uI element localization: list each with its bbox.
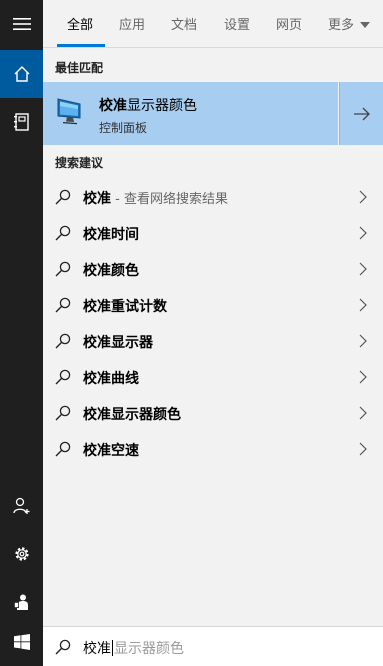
search-autocomplete-ghost: 显示器颜色 xyxy=(114,641,184,657)
tab-apps[interactable]: 应用 xyxy=(119,14,145,33)
search-typed-text: 校准 xyxy=(83,641,111,657)
notebook-icon xyxy=(13,113,29,131)
best-match-subtitle: 控制面板 xyxy=(99,121,148,135)
suggestion-item[interactable]: 校准重试计数 xyxy=(43,287,383,323)
best-match-title: 校准显示器颜色 xyxy=(99,95,197,115)
suggestion-label: 校准显示器 xyxy=(83,335,153,351)
suggestion-hint: - 查看网络搜索结果 xyxy=(111,192,228,207)
home-icon xyxy=(14,66,29,82)
search-input[interactable]: 校准 显示器颜色 xyxy=(83,638,184,658)
home-button[interactable] xyxy=(0,50,43,98)
best-match-title-bold: 校准 xyxy=(99,98,127,114)
suggestion-label: 校准曲线 xyxy=(83,371,139,387)
chevron-right-icon xyxy=(359,370,367,384)
search-icon xyxy=(55,405,71,421)
suggestion-label: 校准重试计数 xyxy=(83,299,167,315)
best-match-open-button[interactable] xyxy=(339,82,383,145)
gear-icon xyxy=(14,547,29,561)
search-icon xyxy=(55,639,71,655)
search-icon xyxy=(55,333,71,349)
display-monitor-icon xyxy=(57,98,81,125)
suggestion-item[interactable]: 校准时间 xyxy=(43,215,383,251)
search-box[interactable]: 校准 显示器颜色 xyxy=(43,626,383,666)
tab-settings[interactable]: 设置 xyxy=(224,14,250,33)
chevron-down-icon xyxy=(360,21,371,28)
results-panel: 最佳匹配 校准显示器颜色 控制面板 搜索建议 校准 - 查看网络搜索结果 校准时… xyxy=(43,49,383,626)
tab-documents[interactable]: 文档 xyxy=(171,14,197,33)
add-account-button[interactable] xyxy=(0,482,43,530)
menu-button[interactable] xyxy=(0,0,43,48)
suggestion-label: 校准颜色 xyxy=(83,263,139,279)
feedback-icon xyxy=(13,594,28,610)
suggestion-label: 校准空速 xyxy=(83,443,139,459)
suggestion-label: 校准时间 xyxy=(83,227,139,243)
suggestion-item[interactable]: 校准显示器 xyxy=(43,323,383,359)
suggestion-label: 校准 xyxy=(83,191,111,207)
chevron-right-icon xyxy=(359,298,367,312)
left-rail xyxy=(0,0,43,666)
best-match-heading: 最佳匹配 xyxy=(55,61,104,75)
best-match-title-rest: 显示器颜色 xyxy=(127,98,197,114)
hamburger-icon xyxy=(12,18,31,30)
notebook-button[interactable] xyxy=(0,98,43,146)
suggestion-item[interactable]: 校准颜色 xyxy=(43,251,383,287)
windows-logo-icon xyxy=(13,634,30,650)
best-match-item[interactable]: 校准显示器颜色 控制面板 xyxy=(43,82,338,145)
search-icon xyxy=(55,225,71,241)
suggestion-label: 校准显示器颜色 xyxy=(83,407,181,423)
search-icon xyxy=(55,189,71,205)
suggestion-item[interactable]: 校准显示器颜色 xyxy=(43,395,383,431)
user-add-icon xyxy=(12,497,29,514)
start-button[interactable] xyxy=(0,618,43,666)
suggestion-item[interactable]: 校准曲线 xyxy=(43,359,383,395)
search-icon xyxy=(55,441,71,457)
tab-all-underline xyxy=(57,44,105,47)
text-caret xyxy=(112,640,113,656)
suggestion-item[interactable]: 校准空速 xyxy=(43,431,383,467)
suggestion-item[interactable]: 校准 - 查看网络搜索结果 xyxy=(43,179,383,215)
tab-more-label: 更多 xyxy=(328,18,355,33)
chevron-right-icon xyxy=(359,406,367,420)
arrow-right-icon xyxy=(353,107,370,120)
chevron-right-icon xyxy=(359,442,367,456)
chevron-right-icon xyxy=(359,226,367,240)
settings-button[interactable] xyxy=(0,530,43,578)
chevron-right-icon xyxy=(359,334,367,348)
search-icon xyxy=(55,297,71,313)
tab-all[interactable]: 全部 xyxy=(67,14,93,33)
search-icon xyxy=(55,261,71,277)
suggestions-heading: 搜索建议 xyxy=(55,156,104,170)
scope-tabs: 全部 应用 文档 设置 网页 更多 xyxy=(43,0,383,48)
search-icon xyxy=(55,369,71,385)
suggestion-text: 校准 - 查看网络搜索结果 xyxy=(83,188,228,208)
tab-more[interactable]: 更多 xyxy=(328,14,371,33)
tab-web[interactable]: 网页 xyxy=(276,14,302,33)
chevron-right-icon xyxy=(359,190,367,204)
chevron-right-icon xyxy=(359,262,367,276)
